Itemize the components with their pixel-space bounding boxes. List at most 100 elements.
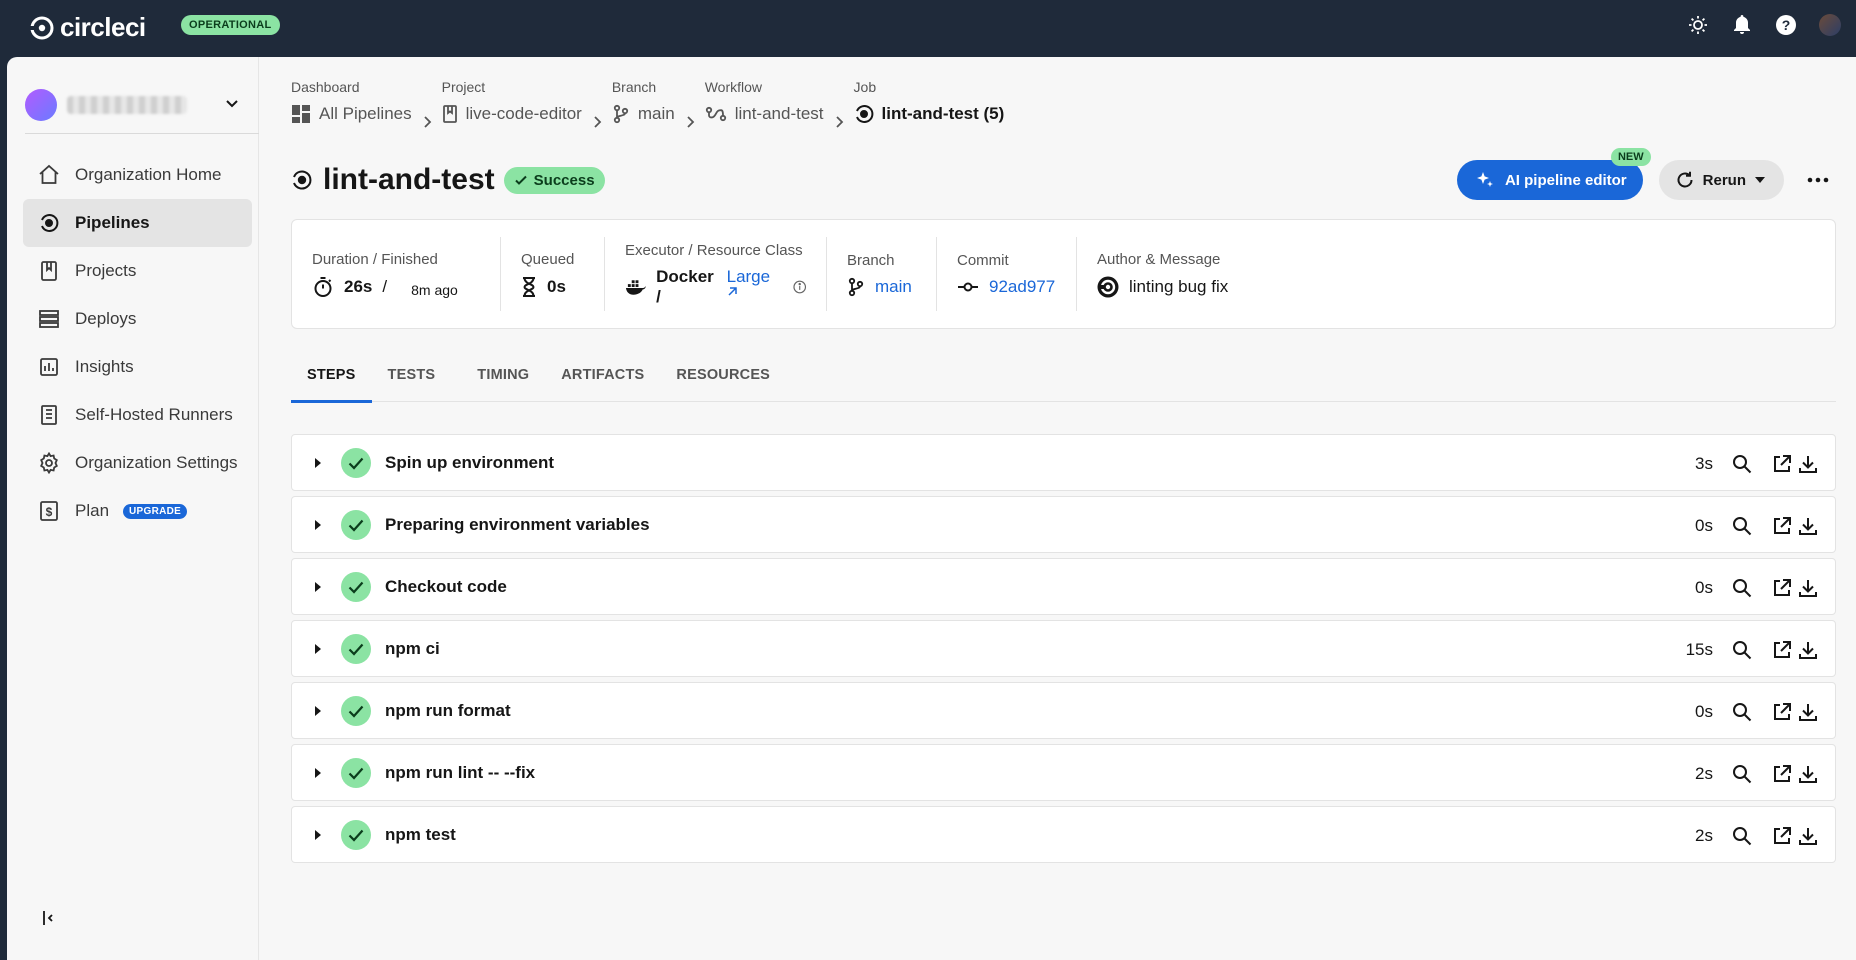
- breadcrumb-workflow: Workflow lint-and-test: [705, 79, 824, 127]
- search-icon[interactable]: [1729, 575, 1755, 601]
- chevron-down-icon[interactable]: [224, 95, 240, 116]
- search-icon[interactable]: [1729, 761, 1755, 787]
- gear-icon: [37, 451, 61, 475]
- step-row[interactable]: npm run format 0s: [291, 682, 1836, 739]
- download-icon[interactable]: [1795, 513, 1821, 539]
- step-row[interactable]: npm ci 15s: [291, 620, 1836, 677]
- download-icon[interactable]: [1795, 637, 1821, 663]
- sidebar-item-self-hosted-runners[interactable]: Self-Hosted Runners: [23, 391, 252, 439]
- open-external-icon[interactable]: [1769, 761, 1795, 787]
- executor-value: Docker /: [656, 266, 714, 306]
- collapse-sidebar-icon[interactable]: [41, 909, 57, 932]
- main-content: Dashboard All Pipelines Project live-cod…: [259, 57, 1856, 960]
- chevron-right-icon: [685, 109, 695, 135]
- breadcrumb-link-workflow[interactable]: lint-and-test: [705, 101, 824, 127]
- caret-right-icon[interactable]: [312, 643, 324, 654]
- status-badge[interactable]: OPERATIONAL: [181, 15, 280, 35]
- job-icon: [855, 105, 873, 123]
- caret-right-icon[interactable]: [312, 519, 324, 530]
- tab-timing[interactable]: TIMING: [461, 347, 545, 402]
- sidebar-item-insights[interactable]: Insights: [23, 343, 252, 391]
- duration-separator: /: [382, 276, 388, 296]
- caret-right-icon[interactable]: [312, 829, 324, 840]
- step-row[interactable]: Preparing environment variables 0s: [291, 496, 1836, 553]
- search-icon[interactable]: [1729, 637, 1755, 663]
- download-icon[interactable]: [1795, 699, 1821, 725]
- tab-steps[interactable]: STEPS: [291, 347, 372, 403]
- meta-queued: Queued 0s: [500, 237, 604, 311]
- check-icon: [514, 175, 527, 185]
- sidebar-item-projects[interactable]: Projects: [23, 247, 252, 295]
- step-duration: 2s: [1695, 825, 1713, 845]
- sidebar-item-organization-settings[interactable]: Organization Settings: [23, 439, 252, 487]
- open-external-icon[interactable]: [1769, 637, 1795, 663]
- new-badge: NEW: [1610, 148, 1651, 166]
- step-row[interactable]: Spin up environment 3s: [291, 434, 1836, 491]
- sidebar-item-deploys[interactable]: Deploys: [23, 295, 252, 343]
- caret-right-icon[interactable]: [312, 705, 324, 716]
- rerun-label: Rerun: [1702, 171, 1746, 189]
- breadcrumb-label: Dashboard: [291, 79, 360, 95]
- commit-icon: [958, 282, 978, 291]
- rerun-button[interactable]: Rerun: [1658, 160, 1784, 200]
- breadcrumb-link-branch[interactable]: main: [612, 101, 675, 127]
- download-icon[interactable]: [1795, 823, 1821, 849]
- step-row[interactable]: Checkout code 0s: [291, 558, 1836, 615]
- step-duration: 0s: [1695, 515, 1713, 535]
- download-icon[interactable]: [1795, 761, 1821, 787]
- breadcrumb-link-project[interactable]: live-code-editor: [442, 101, 582, 127]
- more-options-icon[interactable]: [1800, 162, 1836, 198]
- workflow-icon: [705, 106, 726, 122]
- step-row[interactable]: npm run lint -- --fix 2s: [291, 744, 1836, 801]
- open-external-icon[interactable]: [1769, 575, 1795, 601]
- tab-tests[interactable]: TESTS: [372, 347, 462, 402]
- branch-link[interactable]: main: [875, 277, 912, 297]
- sidebar-item-label: Self-Hosted Runners: [75, 405, 233, 424]
- search-icon[interactable]: [1729, 451, 1755, 477]
- commit-link[interactable]: 92ad977: [989, 277, 1055, 297]
- search-icon[interactable]: [1729, 699, 1755, 725]
- status-text: Success: [533, 171, 595, 189]
- search-icon[interactable]: [1729, 823, 1755, 849]
- breadcrumb-link-all-pipelines[interactable]: All Pipelines: [291, 101, 412, 127]
- sidebar-item-label: Projects: [75, 261, 137, 280]
- duration-value: 26s: [344, 276, 373, 296]
- ai-pipeline-editor-button[interactable]: AI pipeline editor NEW: [1456, 148, 1651, 200]
- dollar-icon: $: [37, 499, 61, 523]
- sidebar-item-pipelines[interactable]: Pipelines: [23, 199, 252, 247]
- download-icon[interactable]: [1795, 575, 1821, 601]
- step-name: Checkout code: [385, 576, 507, 596]
- caret-right-icon[interactable]: [312, 767, 324, 778]
- breadcrumb-label: Branch: [611, 79, 657, 95]
- sun-icon[interactable]: [1686, 13, 1710, 37]
- open-external-icon[interactable]: [1769, 823, 1795, 849]
- resource-class-link[interactable]: Large: [727, 267, 783, 307]
- bell-icon[interactable]: [1730, 13, 1754, 37]
- info-icon[interactable]: [792, 280, 806, 294]
- success-check-icon: [341, 633, 371, 664]
- job-summary-card: Duration / Finished 26s / 8m ago Queued …: [291, 219, 1836, 329]
- caret-right-icon[interactable]: [312, 581, 324, 592]
- deploys-icon: [37, 307, 61, 331]
- step-row[interactable]: npm test 2s: [291, 806, 1836, 863]
- tab-artifacts[interactable]: ARTIFACTS: [545, 347, 660, 402]
- user-avatar[interactable]: [1818, 13, 1842, 37]
- circleci-logo[interactable]: circleci: [30, 12, 146, 43]
- help-icon[interactable]: ?: [1774, 13, 1798, 37]
- caret-right-icon[interactable]: [312, 457, 324, 468]
- open-external-icon[interactable]: [1769, 451, 1795, 477]
- pipelines-icon: [37, 211, 61, 235]
- open-external-icon[interactable]: [1769, 513, 1795, 539]
- tab-resources[interactable]: RESOURCES: [660, 347, 786, 402]
- upgrade-badge[interactable]: UPGRADE: [123, 503, 188, 519]
- breadcrumb-value: All Pipelines: [319, 104, 412, 123]
- meta-label: Author & Message: [1097, 250, 1221, 268]
- download-icon[interactable]: [1795, 451, 1821, 477]
- org-switcher[interactable]: [25, 77, 250, 133]
- open-external-icon[interactable]: [1769, 699, 1795, 725]
- sidebar-item-organization-home[interactable]: Organization Home: [23, 151, 252, 199]
- sidebar-item-label: Deploys: [75, 309, 137, 328]
- job-icon: [293, 170, 312, 190]
- sidebar-item-plan[interactable]: $ Plan UPGRADE: [23, 487, 252, 535]
- search-icon[interactable]: [1729, 513, 1755, 539]
